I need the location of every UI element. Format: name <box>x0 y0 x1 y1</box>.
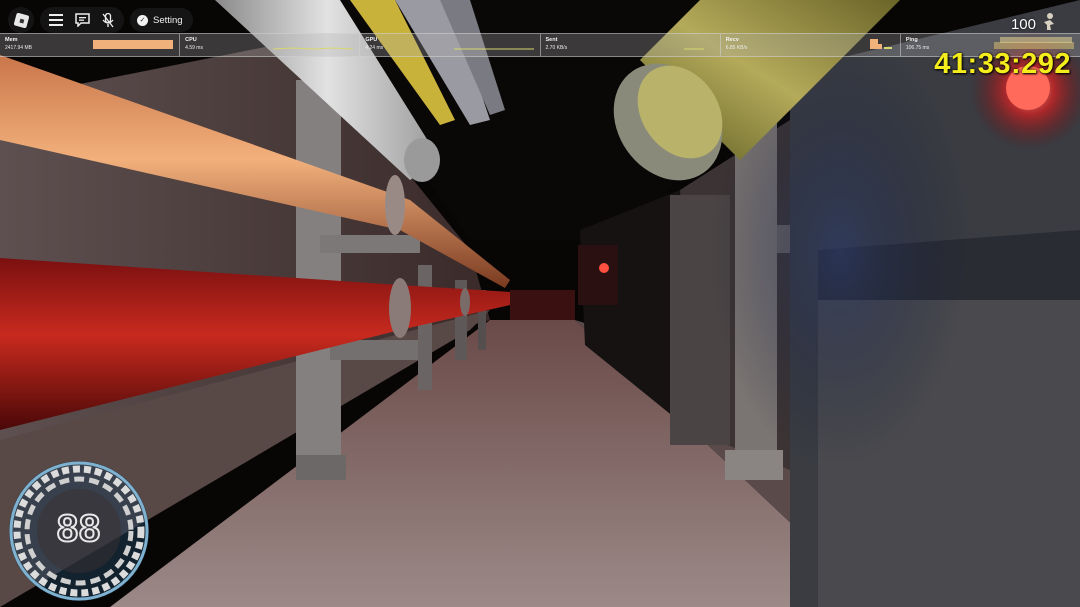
stat-value: 6.85 KB/s <box>725 45 748 51</box>
stat-label: GPU <box>365 37 378 43</box>
stat-recv[interactable]: Recv 6.85 KB/s <box>721 34 901 56</box>
run-timer: 41:33:292 <box>934 48 1071 80</box>
stat-value: 4.24 ms <box>365 45 384 51</box>
stat-gpu[interactable]: GPU 4.24 ms <box>360 34 541 56</box>
performance-stats-bar: Mem 2417.94 MB CPU 4.59 ms GPU 4.24 ms S… <box>0 33 1080 57</box>
health-bar <box>1000 37 1072 43</box>
stat-label: CPU <box>185 37 197 43</box>
roblox-logo-icon <box>13 12 29 28</box>
roblox-menu-button[interactable] <box>8 7 34 33</box>
topbar-icon-group <box>40 7 124 33</box>
setting-label: Setting <box>153 14 183 26</box>
stat-label: Sent <box>545 37 558 43</box>
game-viewport <box>0 0 1080 607</box>
stat-label: Ping <box>905 37 918 43</box>
stat-mem[interactable]: Mem 2417.94 MB <box>0 34 181 56</box>
stat-value: 106.75 ms <box>905 45 930 51</box>
microphone-muted-icon[interactable] <box>100 12 116 28</box>
health-value: 100 <box>1010 16 1036 33</box>
stat-value: 2.70 KB/s <box>545 45 568 51</box>
stat-graph <box>683 48 704 50</box>
stat-graph <box>273 47 354 50</box>
stat-graph <box>869 39 892 49</box>
setting-button[interactable]: ✓ Setting <box>130 8 193 32</box>
stat-value: 4.59 ms <box>185 45 203 51</box>
setting-icon: ✓ <box>137 14 148 26</box>
stat-graph <box>453 48 534 50</box>
player-figure-icon <box>1044 13 1054 30</box>
stat-value: 2417.94 MB <box>5 45 32 51</box>
stat-cpu[interactable]: CPU 4.59 ms <box>180 34 361 56</box>
chat-bubble-icon[interactable] <box>74 12 90 28</box>
roblox-topbar: ✓ Setting <box>8 7 193 33</box>
hamburger-menu-icon[interactable] <box>48 12 64 28</box>
stat-graph <box>93 40 174 49</box>
stat-label: Mem <box>5 37 18 43</box>
stat-label: Recv <box>725 37 739 43</box>
stat-sent[interactable]: Sent 2.70 KB/s <box>541 34 721 56</box>
speed-readout: 88 <box>56 507 102 551</box>
